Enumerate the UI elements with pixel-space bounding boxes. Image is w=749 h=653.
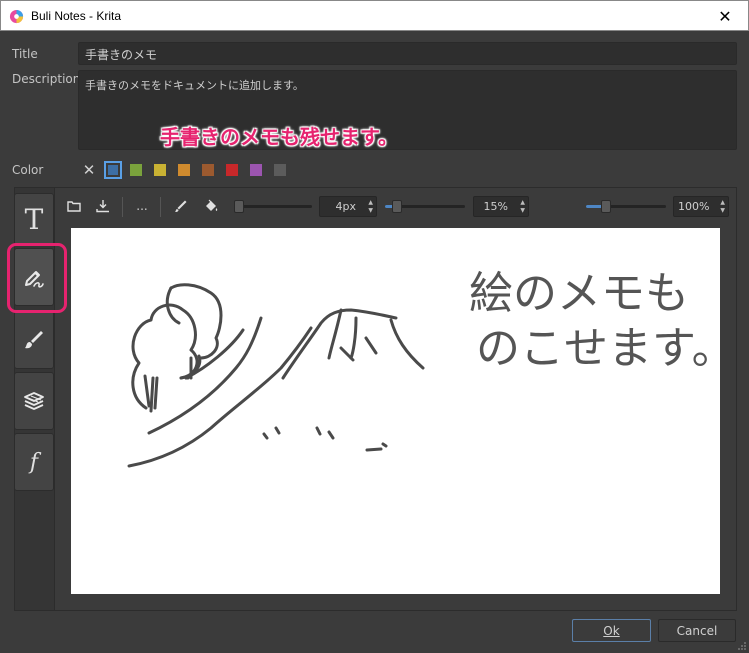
fill-tool-button[interactable] [202, 197, 220, 215]
description-text: 手書きのメモをドキュメントに追加します。 [85, 79, 304, 92]
tutorial-annotation: 手書きのメモも残せます。 [160, 125, 398, 149]
color-swatch-yellow[interactable] [154, 164, 166, 176]
tab-layers[interactable] [14, 372, 54, 430]
pen-tool-button[interactable] [172, 197, 190, 215]
clear-color-icon: ✕ [82, 161, 96, 179]
no-color-button[interactable]: ✕ [80, 161, 98, 179]
import-button[interactable] [94, 197, 112, 215]
zoom-slider-handle[interactable] [601, 200, 611, 213]
more-options-button[interactable]: ... [133, 197, 151, 215]
open-folder-button[interactable] [65, 197, 83, 215]
opacity-slider[interactable] [385, 200, 465, 213]
spin-arrows-icon[interactable]: ▲ ▼ [517, 199, 525, 215]
brush-size-value: 4px [335, 200, 357, 213]
opacity-spinbox[interactable]: 15% ▲ ▼ [473, 196, 529, 217]
color-swatch-brown[interactable] [202, 164, 214, 176]
color-swatch-gray[interactable] [274, 164, 286, 176]
opacity-value: 15% [483, 200, 508, 213]
cancel-button[interactable]: Cancel [658, 619, 736, 642]
zoom-slider[interactable] [586, 200, 666, 213]
color-label: Color [12, 163, 44, 177]
brush-size-slider[interactable] [234, 200, 312, 213]
krita-app-icon [9, 9, 24, 24]
window-title: Buli Notes - Krita [31, 9, 122, 23]
tab-text[interactable]: T [14, 193, 54, 245]
handwriting-line-2: のこせます。 [476, 323, 720, 374]
resize-grip-icon[interactable] [737, 641, 747, 651]
opacity-slider-handle[interactable] [392, 200, 402, 213]
paint-bucket-icon [205, 199, 217, 211]
brush-icon [25, 331, 43, 349]
color-swatch-green[interactable] [130, 164, 142, 176]
brush-size-slider-handle[interactable] [234, 200, 244, 213]
drawing-toolbar: ... 4px ▲ ▼ 15% ▲ ▼ 100% ▲ ▼ [60, 195, 730, 219]
window-titlebar: Buli Notes - Krita ✕ [0, 0, 749, 31]
color-swatch-orange[interactable] [178, 164, 190, 176]
tutorial-highlight-ring [7, 243, 67, 313]
zoom-value: 100% [678, 200, 710, 213]
layers-icon [24, 392, 44, 410]
download-icon [96, 200, 109, 213]
pen-icon [175, 200, 187, 213]
handwritten-sketch: 絵のメモも のこせます。 [127, 268, 736, 468]
brush-size-spinbox[interactable]: 4px ▲ ▼ [319, 196, 377, 217]
description-label: Description [12, 72, 81, 86]
ok-button[interactable]: Ok [572, 619, 651, 642]
tab-function[interactable]: f [14, 433, 54, 491]
folder-icon [67, 201, 81, 212]
title-input[interactable]: 手書きのメモ [78, 42, 737, 65]
color-swatch-red[interactable] [226, 164, 238, 176]
ok-button-label: Ok [603, 623, 620, 638]
toolbar-separator [160, 197, 161, 217]
color-swatch-blue[interactable] [104, 161, 122, 179]
close-window-button[interactable]: ✕ [702, 1, 748, 31]
handwriting-line-1: 絵のメモも [469, 268, 689, 319]
text-icon: T [24, 202, 44, 236]
cancel-button-label: Cancel [676, 623, 718, 638]
spin-arrows-icon[interactable]: ▲ ▼ [365, 199, 373, 215]
color-swatch-purple[interactable] [250, 164, 262, 176]
close-icon: ✕ [718, 6, 732, 26]
title-label: Title [12, 47, 38, 61]
function-icon: f [29, 449, 39, 475]
toolbar-separator [122, 197, 123, 217]
spin-arrows-icon[interactable]: ▲ ▼ [717, 199, 725, 215]
zoom-spinbox[interactable]: 100% ▲ ▼ [673, 196, 729, 217]
drawing-canvas[interactable]: 絵のメモも のこせます。 [71, 228, 736, 594]
color-swatch-row: ✕ [80, 160, 298, 180]
tab-brush[interactable] [14, 311, 54, 369]
